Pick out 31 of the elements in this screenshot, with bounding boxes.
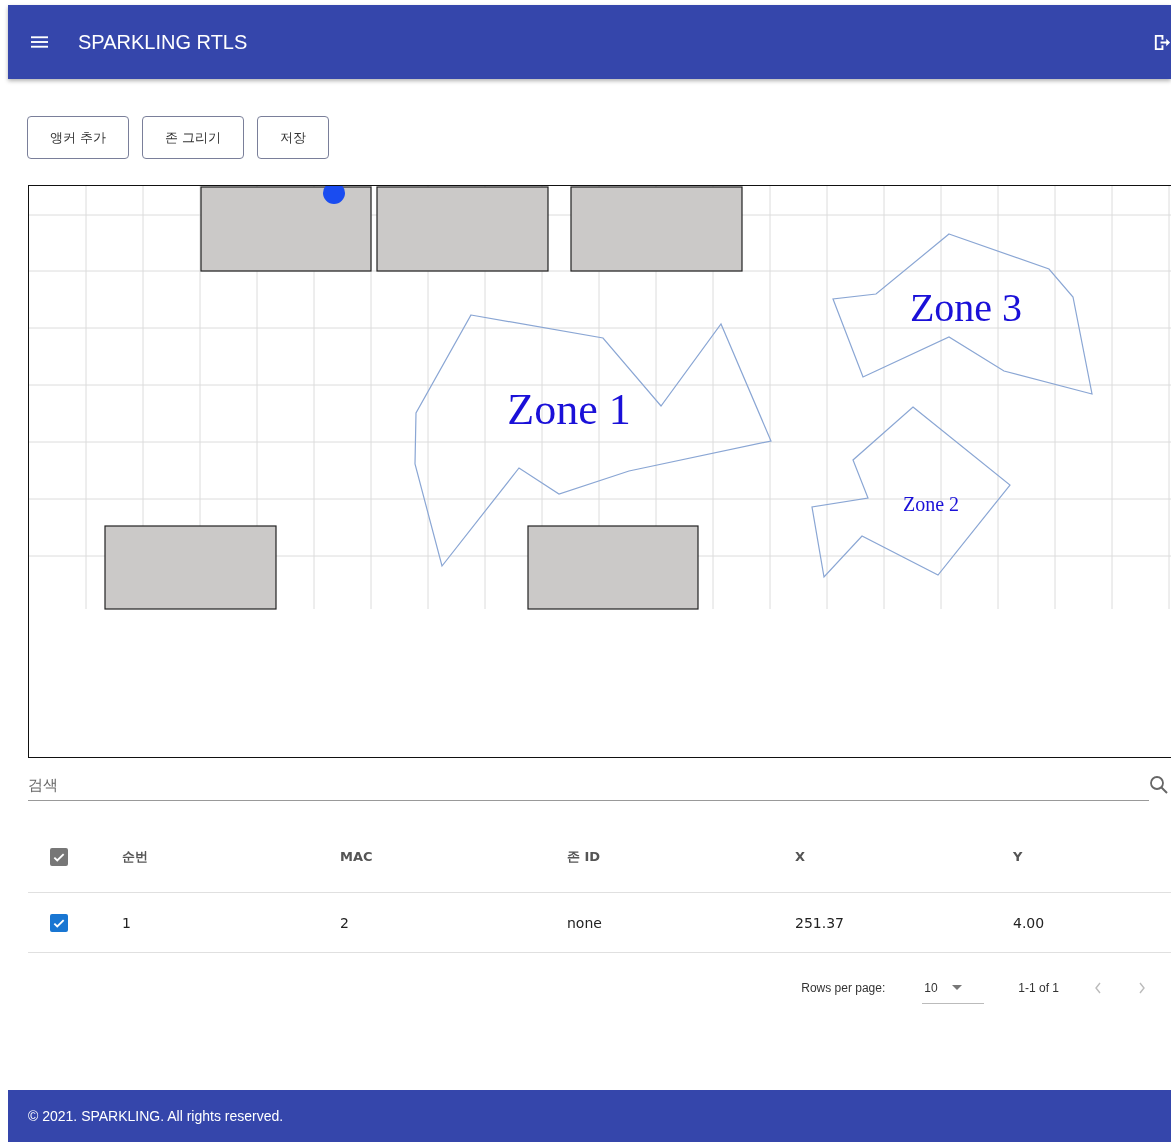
column-header[interactable]: X [795, 849, 1013, 864]
toolbar-button[interactable]: 앵커 추가 [27, 116, 130, 159]
caret-icon [951, 985, 962, 990]
column-header[interactable]: 순번 [122, 847, 340, 866]
anchor-marker[interactable] [323, 186, 345, 204]
menu-icon[interactable] [31, 36, 48, 48]
search-icon[interactable] [1149, 775, 1169, 795]
row-checkbox[interactable] [50, 913, 68, 932]
zone-label: Zone 2 [902, 493, 960, 515]
rows-per-page-label: Rows per page: [801, 981, 886, 995]
table-cell-text: none [567, 914, 603, 931]
copyright-text: © 2021. SPARKLING. All rights reserved. [28, 1108, 284, 1124]
table-cell-text: 251.37 [795, 914, 845, 931]
column-header[interactable]: MAC [340, 849, 567, 864]
column-header[interactable]: Y [1013, 849, 1171, 864]
toolbar-button[interactable]: 존 그리기 [142, 116, 245, 159]
table-cell-text: 2 [340, 914, 350, 931]
rows-per-page-select[interactable]: 10 [922, 972, 985, 1004]
select-all-checkbox[interactable] [50, 847, 68, 866]
zone-outline[interactable] [414, 314, 772, 568]
zone-label: Zone 1 [507, 385, 631, 434]
zone-label: Zone 3 [909, 285, 1023, 330]
page-range: 1-1 of 1 [1018, 981, 1059, 995]
toolbar-button[interactable]: 저장 [257, 116, 330, 159]
column-header[interactable]: 존 ID [567, 847, 795, 866]
search-field[interactable]: 검색 [28, 769, 1149, 801]
logout-icon[interactable] [1152, 32, 1171, 52]
table-cell-text: 1 [122, 914, 132, 931]
app-title: SPARKLING RTLS [78, 30, 249, 54]
zone-outline[interactable] [832, 233, 1093, 395]
table-cell-text: 4.00 [1013, 914, 1046, 931]
